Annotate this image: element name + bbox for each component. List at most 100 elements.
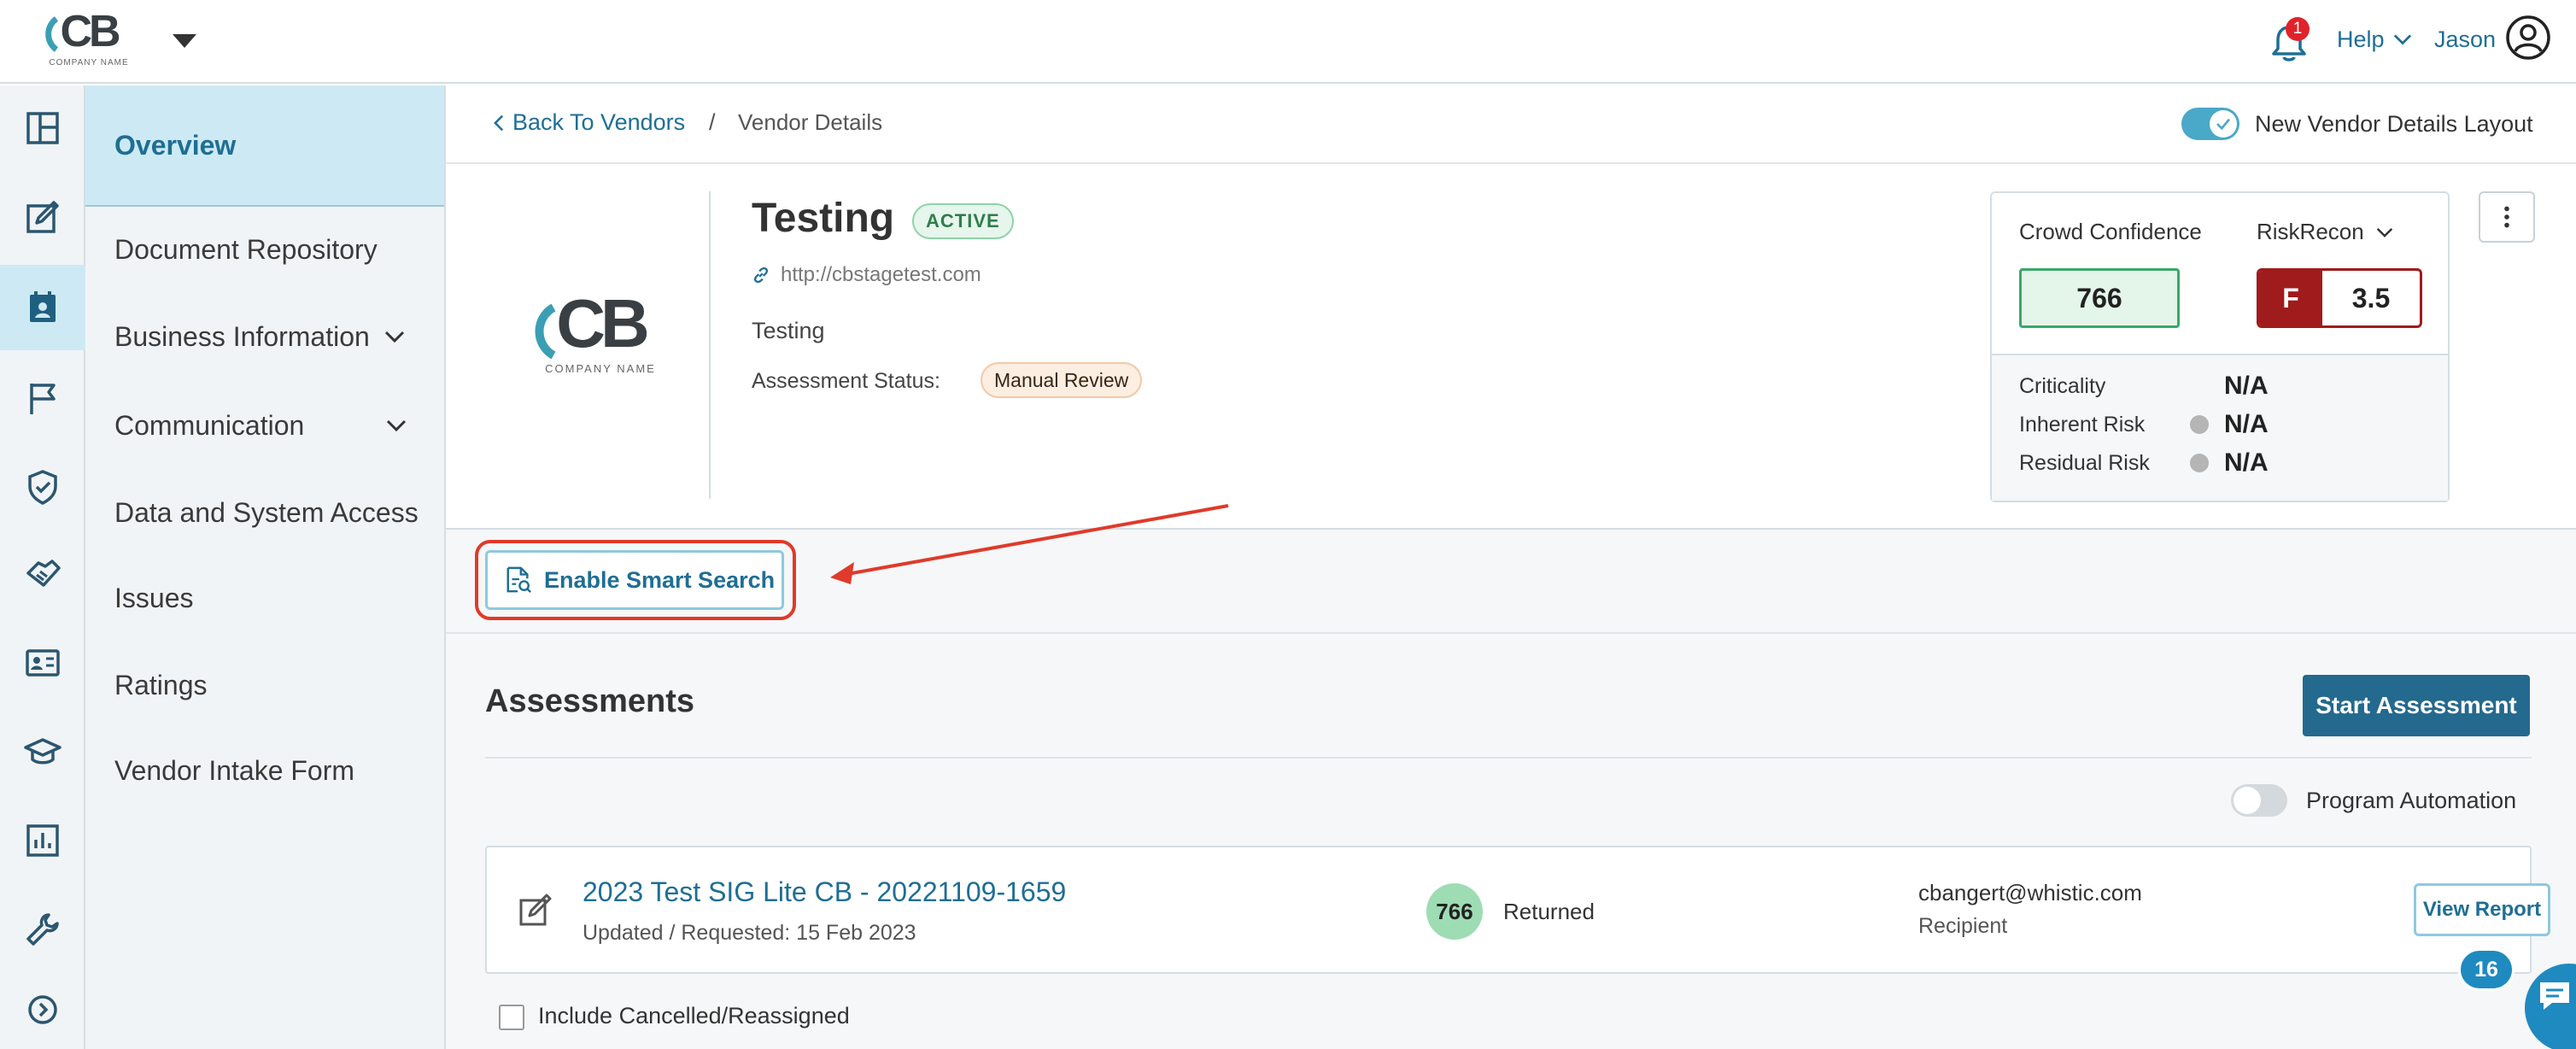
- sidenav-item-label: Issues: [114, 582, 194, 613]
- chat-icon: [2540, 982, 2569, 1010]
- annotation-arrow-icon: [830, 504, 1229, 584]
- riskrecon-score: F 3.5: [2257, 268, 2422, 328]
- flag-icon[interactable]: [0, 355, 85, 441]
- divider: [446, 632, 2576, 634]
- scores-top: Crowd Confidence 766 RiskRecon F 3.5: [1992, 193, 2448, 355]
- sidenav-item-label: Vendor Intake Form: [114, 754, 355, 786]
- svg-text:COMPANY NAME: COMPANY NAME: [49, 58, 128, 67]
- residual-risk-value: N/A: [2224, 448, 2269, 477]
- company-logo[interactable]: CB COMPANY NAME: [41, 7, 137, 70]
- top-header: CB COMPANY NAME 1 Help Jason: [0, 0, 2576, 84]
- recipient-email: cbangert@whistic.com: [1918, 880, 2142, 905]
- shield-icon[interactable]: [0, 444, 85, 530]
- sidenav-item-issues[interactable]: Issues: [85, 555, 444, 641]
- sidenav-item-document-repository[interactable]: Document Repository: [85, 207, 444, 292]
- program-automation-toggle[interactable]: [2231, 784, 2287, 817]
- sidenav-item-data-and-system-access[interactable]: Data and System Access: [85, 470, 444, 555]
- sidenav-item-label: Communication: [114, 409, 305, 441]
- residual-risk-row: Residual Risk N/A: [2019, 446, 2269, 480]
- svg-text:CB: CB: [556, 292, 647, 361]
- help-menu[interactable]: Help: [2337, 22, 2412, 56]
- include-cancelled-checkbox[interactable]: [499, 1005, 524, 1030]
- assessment-title-link[interactable]: 2023 Test SIG Lite CB - 20221109-1659: [583, 876, 1066, 908]
- scores-panel: Crowd Confidence 766 RiskRecon F 3.5 Cri…: [1990, 191, 2450, 502]
- assessment-status-label: Assessment Status:: [752, 369, 940, 393]
- riskrecon-dropdown[interactable]: RiskRecon: [2257, 219, 2393, 245]
- handshake-icon[interactable]: [0, 531, 85, 617]
- document-search-icon: [506, 566, 531, 593]
- vendor-description: Testing: [752, 318, 825, 343]
- user-avatar-icon[interactable]: [2504, 14, 2552, 62]
- enable-smart-search-button[interactable]: Enable Smart Search: [485, 550, 784, 610]
- sidenav-item-label: Overview: [114, 129, 237, 161]
- vendor-logo: CB COMPANY NAME: [528, 285, 673, 378]
- divider: [709, 191, 711, 499]
- sidenav-item-business-information[interactable]: Business Information: [85, 294, 444, 379]
- id-card-icon[interactable]: [0, 620, 85, 706]
- criticality-row: Criticality N/A: [2019, 369, 2269, 403]
- back-to-vendors-link[interactable]: Back To Vendors: [494, 109, 685, 136]
- org-switcher-dropdown-icon[interactable]: [167, 31, 202, 51]
- check-icon: [2216, 118, 2231, 130]
- residual-risk-label: Residual Risk: [2019, 450, 2150, 475]
- sidenav-item-communication[interactable]: Communication: [85, 383, 444, 468]
- inherent-risk-value: N/A: [2224, 410, 2269, 438]
- toggle-knob: [2234, 787, 2261, 814]
- graduation-icon[interactable]: [0, 709, 85, 794]
- new-layout-label: New Vendor Details Layout: [2255, 111, 2533, 137]
- riskrecon-grade: F: [2259, 271, 2322, 325]
- sidenav-item-label: Data and System Access: [114, 496, 419, 528]
- sidenav-item-overview[interactable]: Overview: [85, 85, 444, 207]
- expand-icon[interactable]: [0, 967, 85, 1049]
- chart-icon[interactable]: [0, 798, 85, 883]
- status-badge: ACTIVE: [912, 203, 1014, 239]
- vendor-sidenav: Overview Document Repository Business In…: [85, 85, 446, 1049]
- sidenav-item-label: Document Repository: [114, 233, 378, 265]
- edit-icon[interactable]: [518, 892, 555, 929]
- vendor-url-link[interactable]: http://cbstagetest.com: [752, 263, 981, 287]
- chevron-down-icon: [2376, 227, 2392, 237]
- assessment-updated: Updated / Requested: 15 Feb 2023: [583, 921, 916, 945]
- risk-summary: Criticality N/A Inherent Risk N/A Residu…: [1992, 355, 2448, 501]
- breadcrumb: Back To Vendors / Vendor Details New Ven…: [446, 85, 2576, 164]
- view-report-button[interactable]: View Report: [2414, 883, 2550, 936]
- breadcrumb-separator: /: [709, 109, 716, 135]
- notification-badge: 1: [2286, 17, 2310, 41]
- riskrecon-label: RiskRecon: [2257, 219, 2364, 244]
- chevron-down-icon: [2393, 34, 2411, 45]
- start-assessment-button[interactable]: Start Assessment: [2303, 675, 2530, 736]
- sidenav-item-label: Business Information: [114, 320, 370, 352]
- crowd-confidence-score: 766: [2019, 268, 2180, 328]
- wrench-icon[interactable]: [0, 887, 85, 972]
- sidenav-item-ratings[interactable]: Ratings: [85, 642, 444, 728]
- chat-unread-badge: 16: [2458, 948, 2515, 991]
- toggle-knob: [2210, 110, 2237, 138]
- svg-text:COMPANY NAME: COMPANY NAME: [545, 362, 656, 375]
- vendors-icon[interactable]: [0, 265, 85, 350]
- divider: [485, 757, 2532, 759]
- kebab-menu-icon: [2504, 206, 2509, 228]
- help-label: Help: [2337, 26, 2385, 52]
- layout-icon[interactable]: [0, 85, 85, 171]
- new-layout-toggle[interactable]: [2181, 108, 2239, 140]
- risk-indicator-dot: [2190, 454, 2209, 472]
- more-options-button[interactable]: [2479, 191, 2535, 243]
- chevron-down-icon: [386, 419, 407, 431]
- inherent-risk-label: Inherent Risk: [2019, 412, 2146, 437]
- include-cancelled-label: Include Cancelled/Reassigned: [538, 1003, 850, 1028]
- chevron-down-icon: [384, 331, 405, 343]
- assessment-status-badge: Manual Review: [981, 362, 1143, 398]
- back-label: Back To Vendors: [512, 109, 686, 135]
- icon-rail: [0, 85, 85, 1049]
- assessment-score-badge: 766: [1426, 883, 1483, 940]
- link-icon: [753, 267, 769, 284]
- sidenav-item-vendor-intake-form[interactable]: Vendor Intake Form: [85, 728, 444, 813]
- inherent-risk-row: Inherent Risk N/A: [2019, 407, 2269, 442]
- user-name: Jason: [2434, 26, 2497, 52]
- crowd-confidence-label: Crowd Confidence: [2019, 219, 2202, 244]
- risk-indicator-dot: [2190, 415, 2209, 434]
- assessment-status: Returned: [1503, 899, 1595, 924]
- user-menu[interactable]: Jason: [2434, 22, 2496, 56]
- edit-icon[interactable]: [0, 174, 85, 260]
- criticality-value: N/A: [2224, 372, 2269, 400]
